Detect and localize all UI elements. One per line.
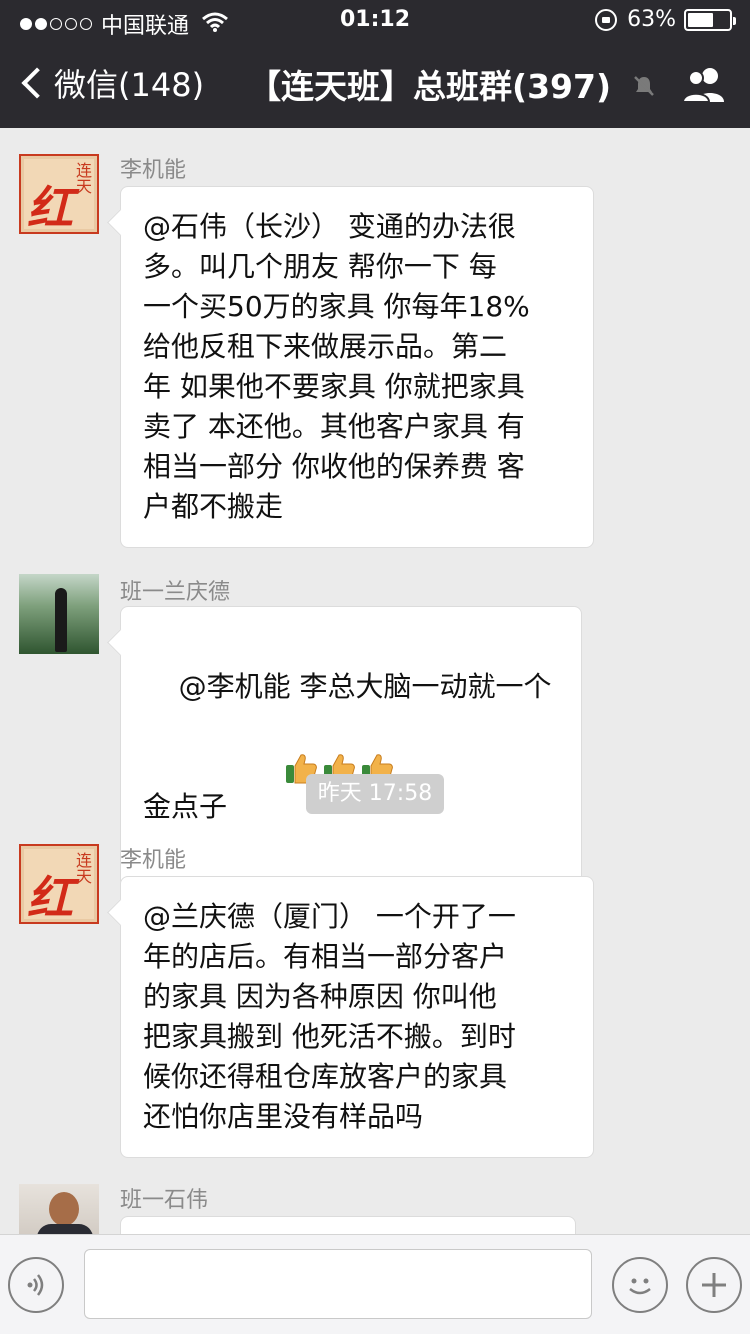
timestamp-badge: 昨天 17:58 [306, 774, 444, 814]
sender-name: 班一石伟 [120, 1188, 209, 1213]
message-bubble[interactable] [120, 1216, 576, 1234]
avatar-text-small: 连天 [73, 162, 92, 194]
back-button[interactable]: 微信(148) [18, 60, 204, 106]
avatar-body [37, 1224, 93, 1234]
back-label: 微信(148) [54, 66, 205, 104]
battery-icon [684, 8, 736, 31]
message-bubble[interactable]: @李机能 李总大脑一动就一个 金点子 [120, 606, 582, 888]
status-bar: 中国联通 01:12 63% [0, 0, 750, 40]
avatar[interactable] [19, 1184, 99, 1234]
avatar-text: 红 [27, 871, 73, 924]
message-bubble[interactable]: @石伟（长沙） 变通的办法很 多。叫几个朋友 帮你一下 每 一个买50万的家具 … [120, 186, 594, 548]
avatar-person [55, 588, 67, 652]
sender-name: 班一兰庆德 [120, 580, 231, 605]
message-bubble[interactable]: @兰庆德（厦门） 一个开了一 年的店后。有相当一部分客户 的家具 因为各种原因 … [120, 876, 594, 1158]
battery-fill [688, 12, 714, 27]
rotation-lock-icon [595, 8, 618, 31]
message-input[interactable] [84, 1249, 592, 1319]
avatar[interactable]: 红 连天 [19, 154, 99, 234]
mute-icon [634, 76, 654, 96]
avatar[interactable]: 红 连天 [19, 844, 99, 924]
battery-percent: 63% [627, 7, 676, 32]
status-right: 63% [595, 7, 736, 32]
navigation-bar: 微信(148) 【连天班】总班群(397) [0, 40, 750, 128]
avatar-text: 红 [27, 181, 73, 234]
avatar[interactable] [19, 574, 99, 654]
plus-icon [702, 1273, 726, 1297]
more-button[interactable] [686, 1257, 742, 1313]
avatar-text-small: 连天 [73, 852, 92, 884]
top-bar: 中国联通 01:12 63% 微信(148) 【连天班】总班群(397) [0, 0, 750, 128]
smiley-icon [629, 1278, 651, 1295]
chevron-left-icon [21, 67, 53, 99]
voice-icon [27, 1274, 44, 1296]
emoji-button[interactable] [612, 1257, 668, 1313]
sender-name: 李机能 [120, 158, 187, 183]
chat-title: 【连天班】总班群(397) [248, 67, 612, 106]
voice-button[interactable] [8, 1257, 64, 1313]
message-item: 班一石伟 [0, 1182, 750, 1234]
avatar-head [49, 1192, 79, 1226]
sender-name: 李机能 [120, 848, 187, 873]
input-bar [0, 1234, 750, 1334]
group-members-icon[interactable] [680, 64, 728, 104]
